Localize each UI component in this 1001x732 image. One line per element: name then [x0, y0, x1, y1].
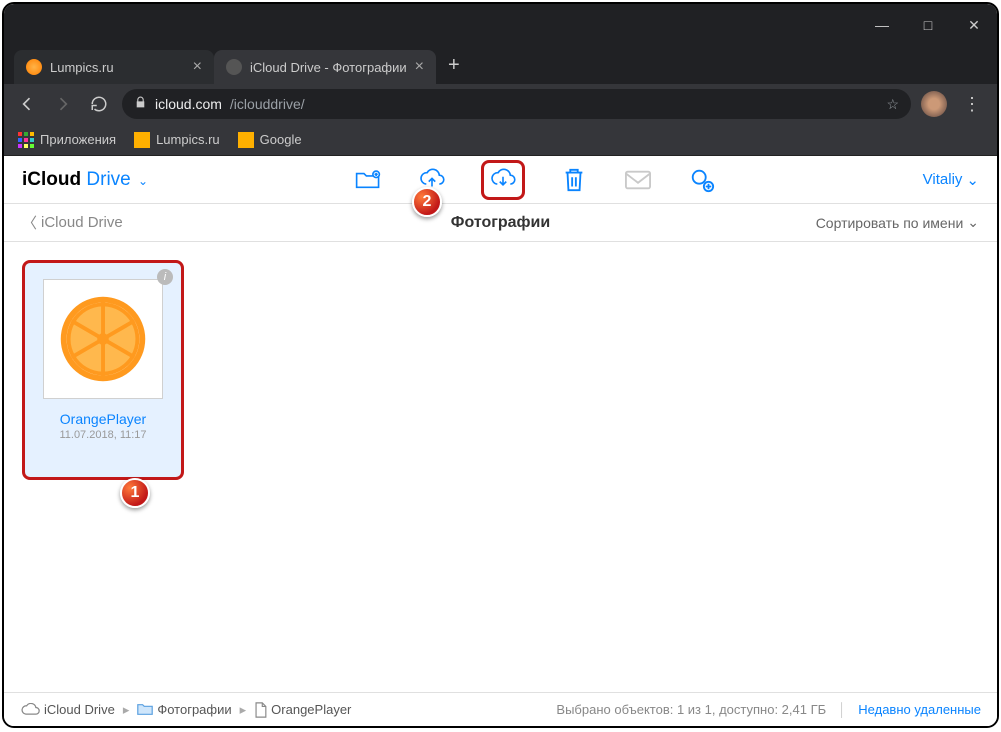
icloud-breadcrumb-bar: 〈 iCloud Drive Фотографии Сортировать по… — [4, 204, 997, 242]
breadcrumb-separator-icon: ▸ — [240, 702, 247, 718]
status-bar: iCloud Drive ▸ Фотографии ▸ OrangePlayer… — [4, 692, 997, 726]
minimize-button[interactable]: — — [859, 4, 905, 46]
breadcrumb-label: Фотографии — [157, 702, 231, 717]
selection-status: Выбрано объектов: 1 из 1, доступно: 2,41… — [556, 702, 826, 717]
favicon-lumpics — [26, 59, 42, 75]
logo-drive: Drive — [86, 169, 130, 190]
bookmark-label: Lumpics.ru — [156, 132, 220, 147]
url-host: icloud.com — [155, 96, 222, 112]
recently-deleted-link[interactable]: Недавно удаленные — [858, 702, 981, 717]
tab-lumpics[interactable]: Lumpics.ru × — [14, 50, 214, 84]
account-menu[interactable]: Vitaliy ⌄ — [923, 171, 979, 189]
breadcrumb-folder[interactable]: Фотографии — [137, 702, 231, 717]
profile-avatar[interactable] — [921, 91, 947, 117]
delete-button[interactable] — [559, 165, 589, 195]
breadcrumb-label: iCloud Drive — [44, 702, 115, 717]
chevron-down-icon: ⌄ — [138, 174, 148, 188]
back-button[interactable] — [14, 91, 40, 117]
url-field[interactable]: icloud.com/iclouddrive/ ☆ — [122, 89, 911, 119]
new-tab-button[interactable]: + — [436, 54, 472, 77]
forward-button[interactable] — [50, 91, 76, 117]
file-thumbnail — [43, 279, 163, 399]
url-path: /iclouddrive/ — [230, 96, 305, 112]
browser-menu-button[interactable]: ⋮ — [957, 94, 987, 115]
bookmark-google[interactable]: Google — [238, 132, 302, 148]
breadcrumb-label: OrangePlayer — [271, 702, 351, 717]
share-button[interactable] — [687, 165, 717, 195]
address-bar: icloud.com/iclouddrive/ ☆ ⋮ — [4, 84, 997, 124]
bookmark-label: Приложения — [40, 132, 116, 147]
close-button[interactable]: ✕ — [951, 4, 997, 46]
info-icon[interactable]: i — [157, 269, 173, 285]
sort-label: Сортировать по имени — [816, 215, 964, 231]
apps-shortcut[interactable]: Приложения — [18, 132, 116, 148]
sort-menu[interactable]: Сортировать по имени ⌄ — [816, 214, 979, 231]
file-date: 11.07.2018, 11:17 — [59, 429, 146, 441]
new-folder-button[interactable] — [353, 165, 383, 195]
bookmark-lumpics[interactable]: Lumpics.ru — [134, 132, 220, 148]
bookmark-label: Google — [260, 132, 302, 147]
annotation-badge-1: 1 — [120, 478, 150, 508]
folder-icon — [238, 132, 254, 148]
chevron-down-icon: ⌄ — [967, 214, 979, 231]
bookmarks-bar: Приложения Lumpics.ru Google — [4, 124, 997, 156]
breadcrumb-separator-icon: ▸ — [123, 702, 130, 718]
window-titlebar: — □ ✕ — [4, 4, 997, 46]
tab-close-icon[interactable]: × — [193, 58, 202, 76]
lock-icon — [134, 96, 147, 112]
apps-grid-icon — [18, 132, 34, 148]
icloud-drive-dropdown[interactable]: iCloud Drive ⌄ — [22, 169, 148, 191]
file-grid: i OrangePlayer 11.07.20 — [4, 242, 997, 682]
maximize-button[interactable]: □ — [905, 4, 951, 46]
annotation-badge-2: 2 — [412, 187, 442, 217]
tab-label: iCloud Drive - Фотографии — [250, 60, 407, 75]
tab-label: Lumpics.ru — [50, 60, 114, 75]
browser-tabs: Lumpics.ru × iCloud Drive - Фотографии ×… — [4, 46, 997, 84]
favicon-apple-icon — [226, 59, 242, 75]
breadcrumb-file[interactable]: OrangePlayer — [254, 702, 351, 718]
mail-button[interactable] — [623, 165, 653, 195]
logo-prefix: iCloud — [22, 169, 86, 190]
username: Vitaliy — [923, 171, 963, 188]
icloud-toolbar: iCloud Drive ⌄ Vitaliy ⌄ — [4, 156, 997, 204]
tab-close-icon[interactable]: × — [415, 58, 424, 76]
bookmark-star-icon[interactable]: ☆ — [886, 96, 899, 113]
icloud-tool-group — [353, 160, 717, 200]
status-divider: │ — [838, 702, 846, 717]
chevron-left-icon: 〈 — [22, 212, 37, 233]
chevron-down-icon: ⌄ — [966, 171, 979, 189]
breadcrumb-root[interactable]: iCloud Drive — [20, 702, 115, 717]
tab-icloud[interactable]: iCloud Drive - Фотографии × — [214, 50, 436, 84]
reload-button[interactable] — [86, 91, 112, 117]
file-item-orangeplayer[interactable]: i OrangePlayer 11.07.20 — [22, 260, 184, 480]
page-title: Фотографии — [451, 214, 550, 232]
file-name: OrangePlayer — [60, 411, 146, 427]
back-to-parent[interactable]: 〈 iCloud Drive — [22, 212, 123, 233]
folder-icon — [134, 132, 150, 148]
parent-folder-label: iCloud Drive — [41, 214, 123, 231]
download-button[interactable] — [481, 160, 525, 200]
